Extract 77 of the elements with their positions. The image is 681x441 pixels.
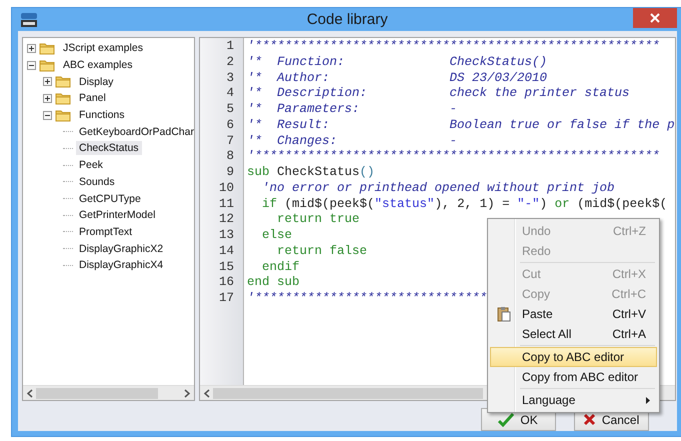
line-number: 15 [218, 260, 235, 276]
close-icon [650, 13, 660, 23]
line-number: 16 [218, 275, 235, 291]
expand-toggle[interactable] [27, 44, 36, 53]
code-line: else [261, 228, 292, 244]
menu-item[interactable]: Select All Ctrl+A [490, 324, 657, 344]
line-number: 14 [218, 244, 235, 260]
check-icon [498, 412, 514, 426]
clipboard-icon [497, 306, 511, 322]
tree-item[interactable]: Sounds [76, 174, 118, 189]
code-line: 'no error or printhead opened without print job [261, 180, 615, 196]
folder-icon [39, 58, 55, 72]
window-title: Code library [306, 11, 389, 28]
app-icon [20, 12, 38, 28]
line-number: 4 [226, 86, 235, 102]
line-number: 3 [226, 70, 235, 86]
tree-item[interactable]: PromptText [76, 224, 136, 239]
tree-item[interactable]: ABC examples [60, 58, 136, 72]
line-number: 11 [218, 196, 235, 212]
collapse-toggle[interactable] [43, 110, 52, 120]
code-line: '****************************************************** [247, 149, 660, 165]
menu-item[interactable]: Copy from ABC editor [490, 367, 657, 387]
line-number: 10 [218, 180, 235, 196]
code-line: sub CheckStatus() [247, 165, 375, 181]
line-number: 5 [226, 102, 235, 118]
scroll-right-icon[interactable] [183, 388, 191, 398]
folder-icon [55, 108, 71, 122]
tree-item[interactable]: Display [76, 74, 116, 89]
menu-item[interactable]: Paste Ctrl+V [490, 304, 657, 324]
code-line: '****************************************************** [247, 39, 660, 55]
line-number: 9 [226, 165, 235, 181]
line-number: 6 [226, 118, 235, 134]
code-line: return true [276, 212, 360, 228]
code-line: '* Description: check the printer status [247, 86, 630, 102]
code-line: '* Function: CheckStatus() [247, 54, 548, 70]
scroll-left-icon[interactable] [26, 388, 34, 398]
tree-item[interactable]: Panel [76, 91, 109, 106]
tree-item[interactable]: Peek [76, 158, 106, 172]
menu-item[interactable]: Copy to ABC editor [490, 347, 657, 367]
tree-item[interactable]: GetKeyboardOrPadChar [76, 124, 197, 139]
scrollbar-thumb[interactable] [36, 388, 158, 398]
scrollbar-thumb[interactable] [213, 388, 483, 398]
code-line: '******************************* [247, 291, 488, 307]
folder-icon [55, 75, 71, 88]
code-line: '* Author: DS 23/03/2010 [247, 70, 548, 86]
menu-item[interactable]: Language [490, 390, 657, 410]
line-number: 13 [218, 228, 235, 244]
code-line: return false [276, 244, 368, 260]
line-number: 8 [226, 149, 235, 165]
folder-icon [39, 42, 55, 55]
tree-item[interactable]: CheckStatus [76, 141, 142, 156]
expand-toggle[interactable] [43, 77, 52, 86]
tree-item[interactable]: JScript examples [60, 41, 146, 56]
line-number: 12 [218, 212, 235, 228]
tree-item[interactable]: GetPrinterModel [76, 208, 158, 222]
line-number: 2 [226, 54, 235, 70]
code-line: '* Parameters: - [247, 102, 458, 118]
code-line: endif [261, 260, 300, 276]
tree-item[interactable]: GetCPUType [76, 192, 144, 206]
tree-item[interactable]: DisplayGraphicX4 [76, 258, 166, 272]
cross-icon [582, 413, 596, 426]
code-line: '* Result: Boolean true or false if the p [247, 118, 675, 134]
line-number: 1 [226, 39, 235, 55]
submenu-arrow-icon [646, 396, 650, 404]
folder-icon [55, 92, 71, 105]
scroll-left-icon[interactable] [203, 388, 211, 398]
tree-item[interactable]: Functions [76, 108, 128, 122]
line-number: 17 [218, 291, 235, 307]
close-button[interactable] [632, 8, 677, 28]
collapse-toggle[interactable] [27, 60, 36, 70]
code-line: if (mid$(peek$("status"), 2, 1) = "-") or (mid$(peek$( [261, 196, 668, 212]
tree-item[interactable]: DisplayGraphicX2 [76, 242, 166, 256]
horizontal-scrollbar[interactable] [23, 385, 194, 400]
code-line: end sub [247, 275, 300, 291]
code-line: '* Changes: - [247, 134, 458, 150]
line-number: 7 [226, 134, 235, 150]
expand-toggle[interactable] [43, 94, 52, 103]
